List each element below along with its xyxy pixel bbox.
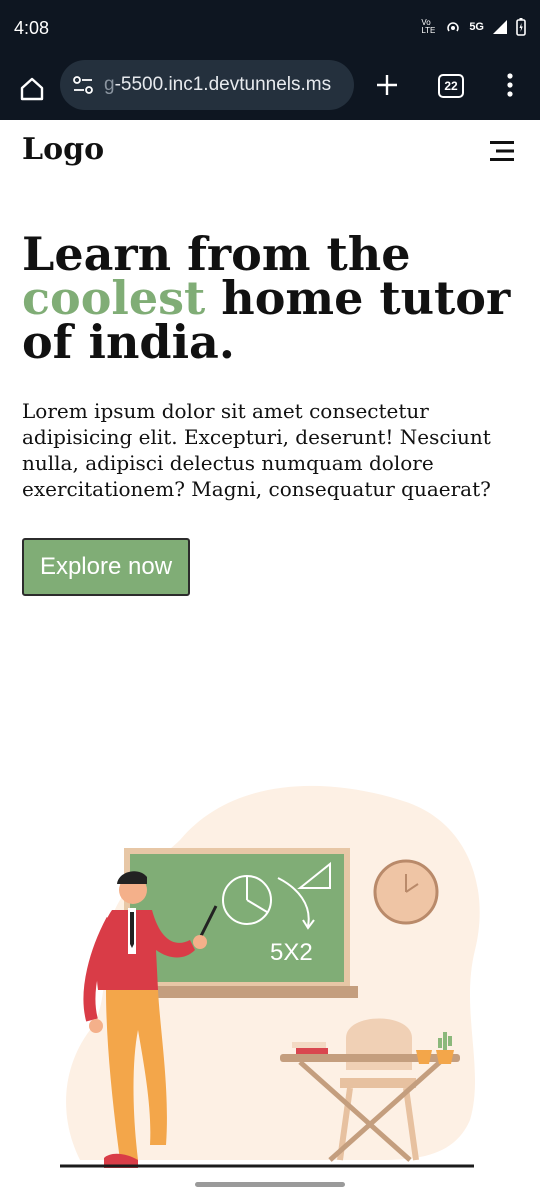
explore-now-button[interactable]: Explore now [22, 538, 190, 596]
home-icon[interactable] [18, 75, 46, 103]
5g-icon: 5G [469, 21, 484, 33]
battery-icon [516, 18, 526, 36]
url-text: g-5500.inc1.devtunnels.ms [104, 74, 331, 96]
volte-icon: Vo LTE [421, 18, 436, 35]
desk-books [292, 1042, 326, 1048]
site-settings-icon[interactable] [72, 74, 94, 96]
desk-top [280, 1054, 460, 1062]
more-options-icon[interactable] [502, 72, 518, 98]
new-tab-icon[interactable] [374, 72, 400, 98]
gesture-nav-handle[interactable] [195, 1182, 345, 1187]
address-bar[interactable]: g-5500.inc1.devtunnels.ms [60, 60, 354, 110]
status-bar: 4:08 Vo LTE 5G [0, 0, 540, 58]
teacher-illustration: 5X2 [60, 785, 480, 1168]
hero-title-line3: of india. [22, 315, 235, 369]
hamburger-menu-icon[interactable] [490, 140, 514, 162]
status-icons: Vo LTE 5G [421, 18, 526, 36]
url-prefix: g [104, 74, 115, 95]
chair-back [346, 1018, 412, 1070]
url-host: -5500.inc1.devtunnels.ms [114, 74, 332, 95]
hero-title-rest: home tutor [205, 271, 511, 325]
hotspot-icon [447, 22, 460, 32]
hero-description: Lorem ipsum dolor sit amet consectetur a… [22, 399, 491, 501]
tab-switcher-button[interactable]: 22 [438, 74, 464, 98]
blackboard-text: 5X2 [270, 939, 313, 966]
browser-toolbar: g-5500.inc1.devtunnels.ms 22 [0, 58, 540, 120]
signal-icon [493, 20, 507, 34]
status-time: 4:08 [14, 18, 50, 38]
web-page: Logo Learn from the coolest home tutor of … [0, 120, 540, 1200]
hero-title: Learn from the coolest home tutor of india… [22, 231, 522, 365]
site-logo[interactable]: Logo [22, 132, 104, 167]
